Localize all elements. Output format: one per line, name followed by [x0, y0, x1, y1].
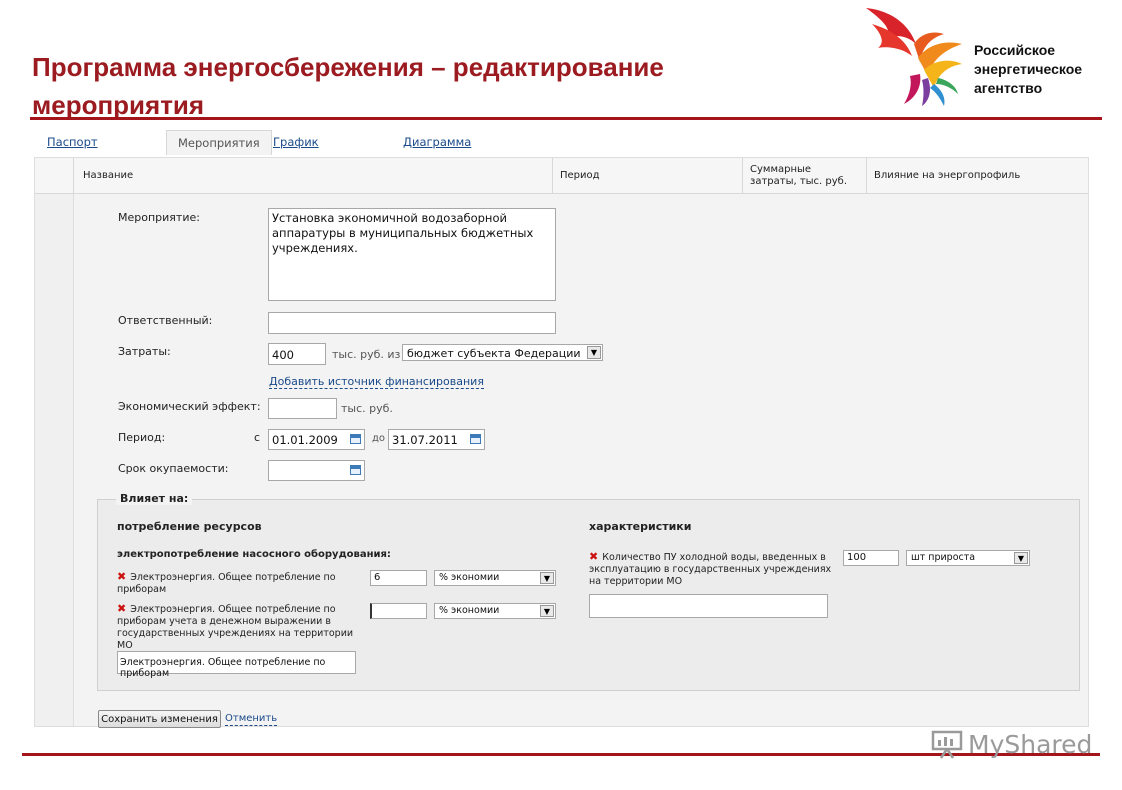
agency-logo-icon	[866, 8, 962, 106]
cancel-link[interactable]: Отменить	[225, 712, 278, 726]
remove-icon[interactable]: ✖	[117, 570, 126, 583]
costs-label: Затраты:	[118, 345, 171, 358]
measures-table: Название Период Суммарные затраты, тыс. …	[34, 157, 1089, 728]
period-to-value: 31.07.2011	[392, 433, 458, 447]
chevron-down-icon: ▼	[1014, 552, 1028, 564]
header-name[interactable]: Название	[83, 158, 133, 193]
header-total-cost[interactable]: Суммарные затраты, тыс. руб.	[750, 158, 860, 193]
tab-gantt[interactable]: Диаграмма Ганта	[403, 130, 471, 173]
period-from-value: 01.01.2009	[272, 433, 338, 447]
responsible-label: Ответственный:	[118, 314, 213, 327]
table-header: Название Период Суммарные затраты, тыс. …	[35, 158, 1088, 194]
org-name: Российское энергетическое агентство	[974, 42, 1083, 96]
costs-input[interactable]: 400	[268, 343, 326, 365]
resource-item: ✖ Электроэнергия. Общее потребление по пр…	[117, 570, 336, 596]
calendar-icon[interactable]	[470, 434, 481, 444]
presentation-icon	[931, 730, 963, 759]
watermark-text: MyShared	[968, 729, 1093, 759]
economic-effect-label: Экономический эффект:	[118, 400, 261, 413]
funding-source-value: бюджет субъекта Федерации	[407, 347, 581, 360]
responsible-input[interactable]	[268, 312, 556, 334]
remove-icon[interactable]: ✖	[117, 602, 126, 615]
resource-value-input[interactable]: 6	[370, 570, 427, 586]
chevron-down-icon: ▼	[587, 346, 601, 359]
calendar-icon[interactable]	[350, 465, 361, 475]
economic-effect-input[interactable]	[268, 398, 337, 419]
header-impact[interactable]: Влияние на энергопрофиль	[874, 158, 1020, 193]
tab-passport[interactable]: Паспорт программы	[47, 130, 116, 173]
add-characteristic-input[interactable]	[589, 594, 828, 618]
resource-value-input[interactable]	[370, 603, 427, 619]
chevron-down-icon: ▼	[540, 605, 554, 617]
payback-label: Срок окупаемости:	[118, 462, 229, 475]
resources-group: электропотребление насосного оборудовани…	[117, 549, 391, 560]
chevron-down-icon: ▼	[540, 572, 554, 584]
tab-schedule[interactable]: График исполнения	[273, 130, 345, 173]
economic-effect-unit: тыс. руб.	[341, 402, 393, 415]
characteristics-title: характеристики	[589, 520, 692, 533]
affects-legend: Влияет на:	[116, 492, 193, 505]
save-button[interactable]: Сохранить изменения	[98, 710, 221, 728]
row-gutter	[35, 194, 74, 726]
measure-textarea[interactable]: Установка экономичной водозаборной аппар…	[268, 208, 556, 301]
resource-unit-select[interactable]: % экономии ▼	[434, 570, 556, 586]
tab-measures[interactable]: Мероприятия	[166, 130, 272, 155]
add-funding-link[interactable]: Добавить источник финансирования	[269, 375, 484, 389]
slide-title: Программа энергосбережения – редактирова…	[32, 52, 664, 120]
affects-fieldset: Влияет на: потребление ресурсов электроп…	[97, 492, 1080, 691]
remove-icon[interactable]: ✖	[589, 550, 598, 563]
period-from-prefix: с	[254, 431, 261, 444]
watermark: MyShared	[930, 729, 1092, 759]
payback-input[interactable]	[268, 460, 365, 481]
resource-item: ✖ Электроэнергия. Общее потребление по пр…	[117, 602, 354, 652]
characteristic-item: ✖ Количество ПУ холодной воды, введенных …	[589, 550, 832, 588]
period-from-input[interactable]: 01.01.2009	[268, 429, 365, 450]
period-to-input[interactable]: 31.07.2011	[388, 429, 485, 450]
characteristic-unit-select[interactable]: шт прироста ▼	[906, 550, 1030, 566]
add-resource-input[interactable]: Электроэнергия. Общее потребление по при…	[117, 651, 356, 679]
resources-title: потребление ресурсов	[117, 520, 262, 533]
measure-label: Мероприятие:	[118, 211, 200, 224]
characteristic-value-input[interactable]: 100	[843, 550, 899, 566]
funding-source-select[interactable]: бюджет субъекта Федерации ▼	[402, 344, 603, 361]
header-period[interactable]: Период	[560, 158, 600, 193]
calendar-icon[interactable]	[350, 434, 361, 444]
period-to-prefix: до	[372, 433, 386, 444]
costs-unit: тыс. руб. из	[332, 348, 401, 361]
resource-unit-select[interactable]: % экономии ▼	[434, 603, 556, 619]
period-label: Период:	[118, 431, 166, 444]
top-divider	[30, 117, 1102, 120]
